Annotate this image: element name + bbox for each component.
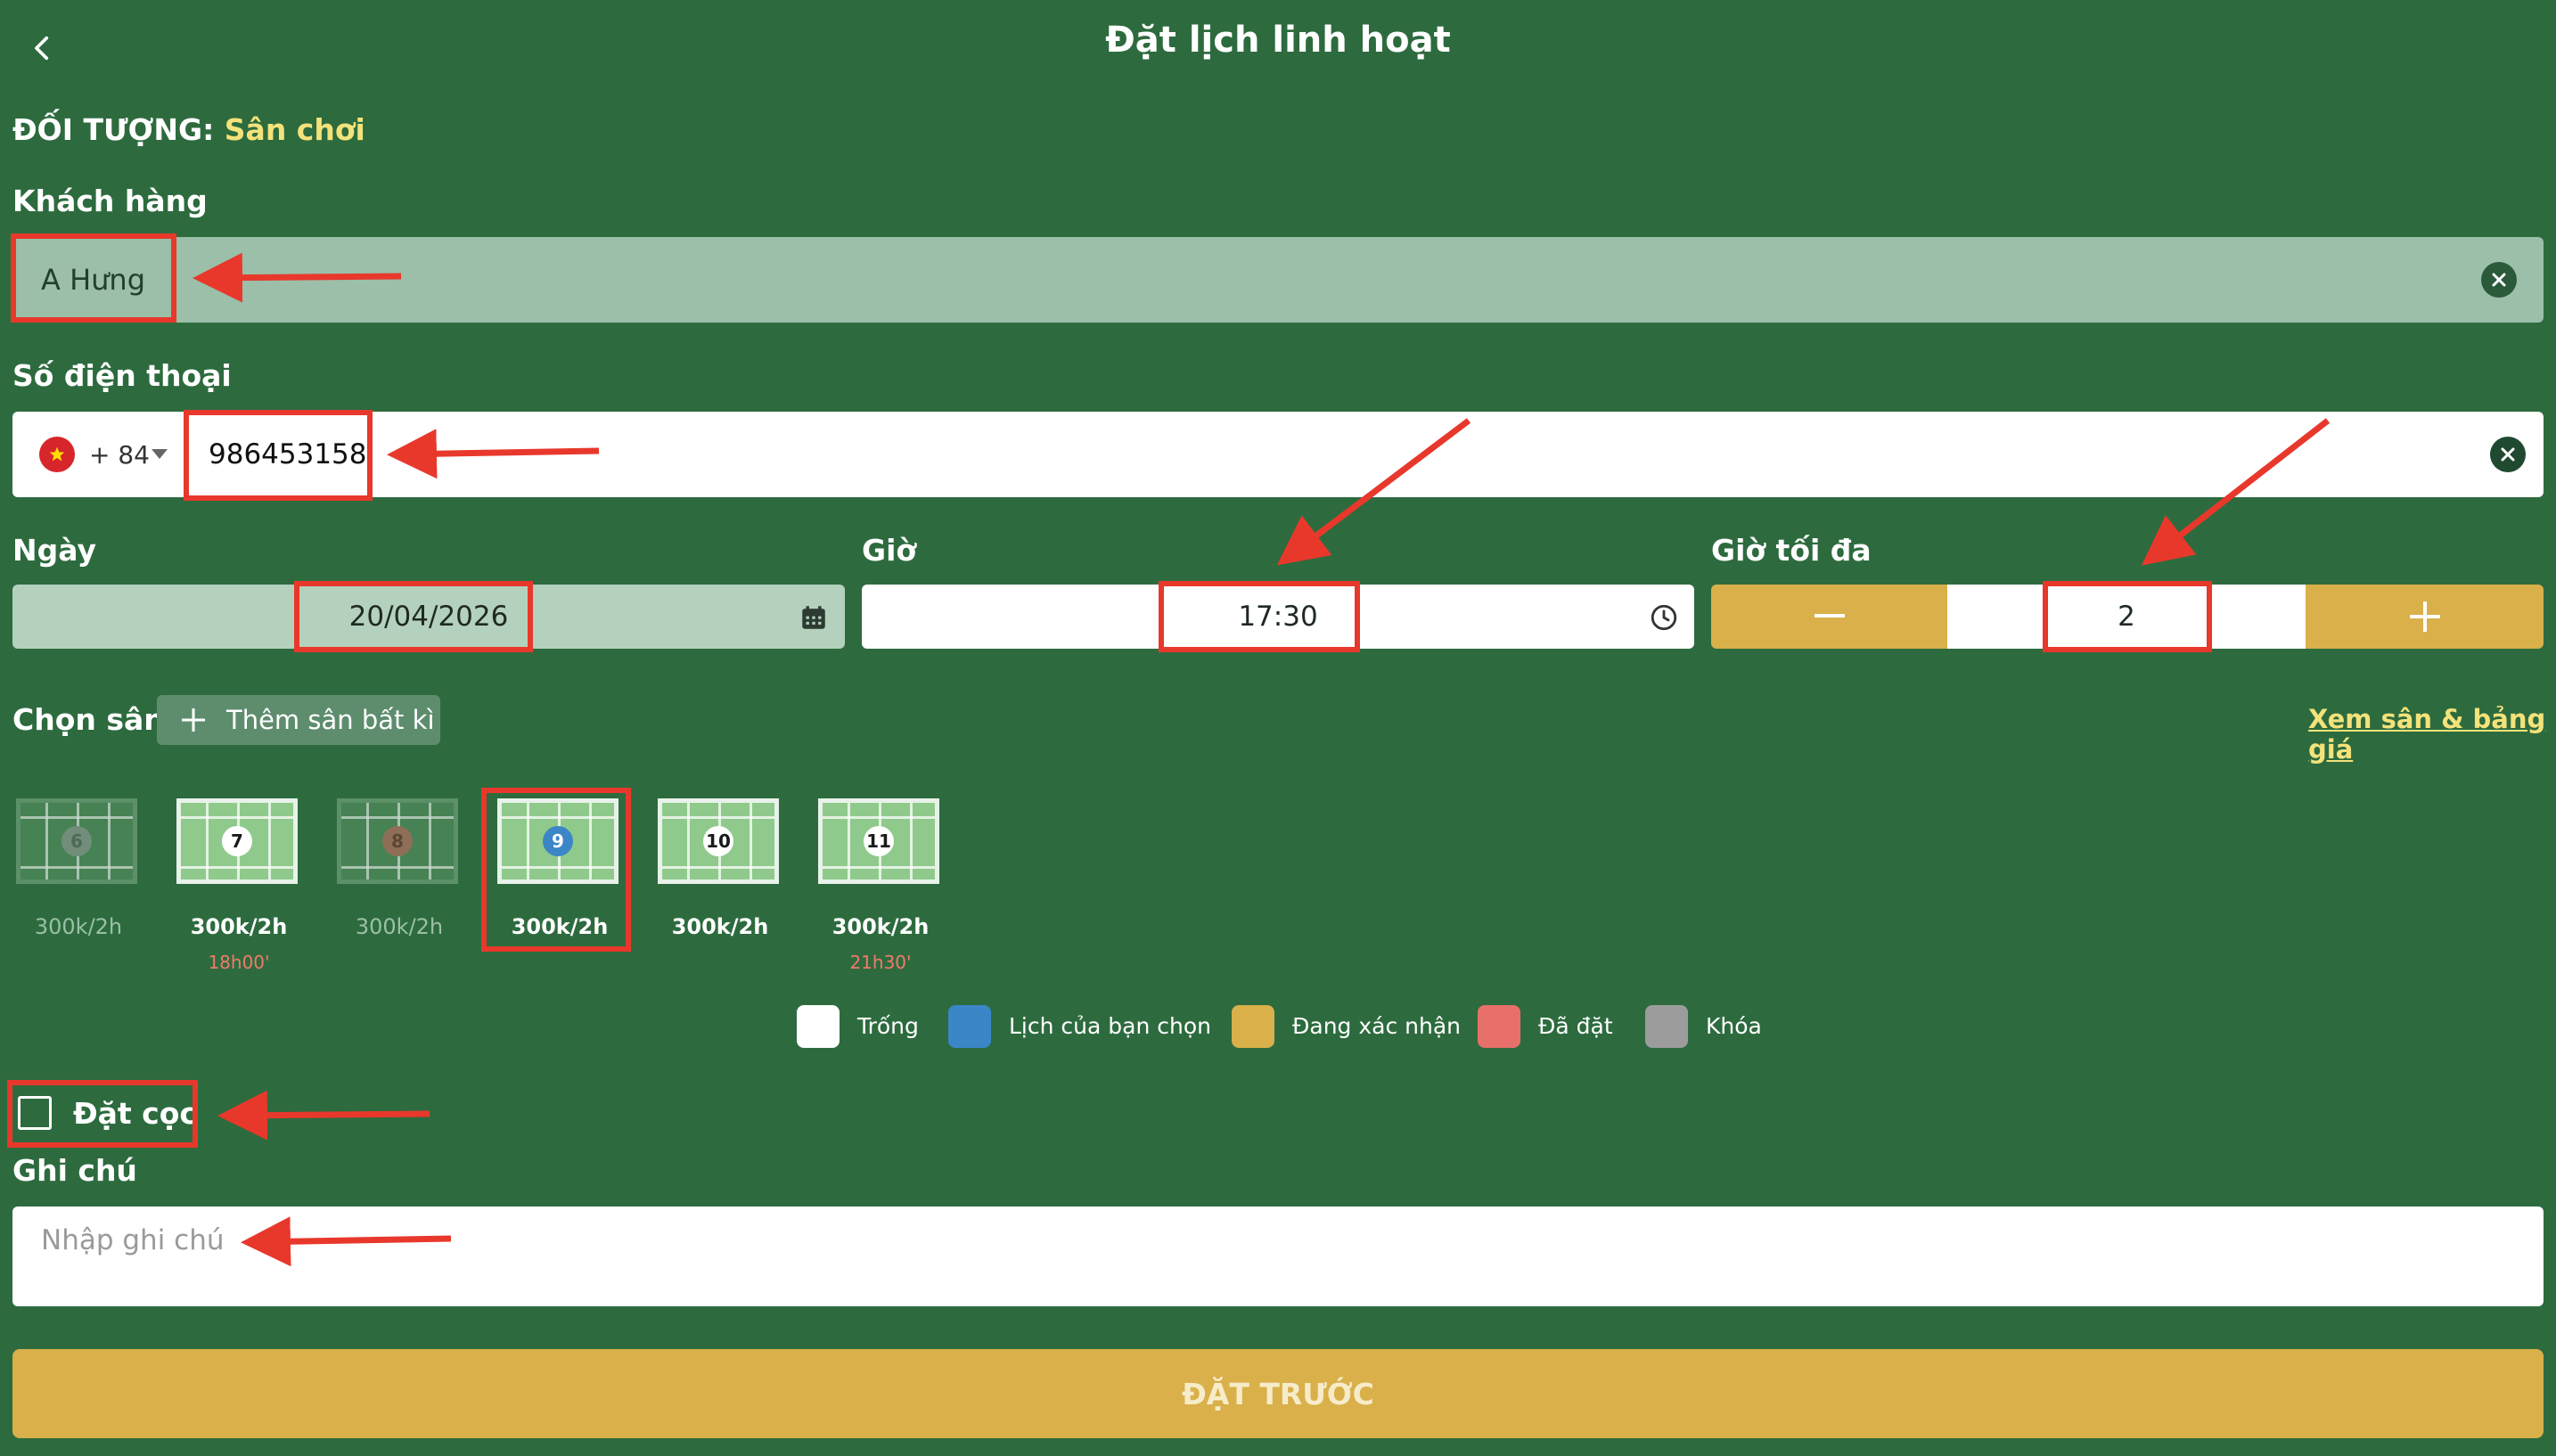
annotation-arrows bbox=[193, 252, 2331, 1267]
